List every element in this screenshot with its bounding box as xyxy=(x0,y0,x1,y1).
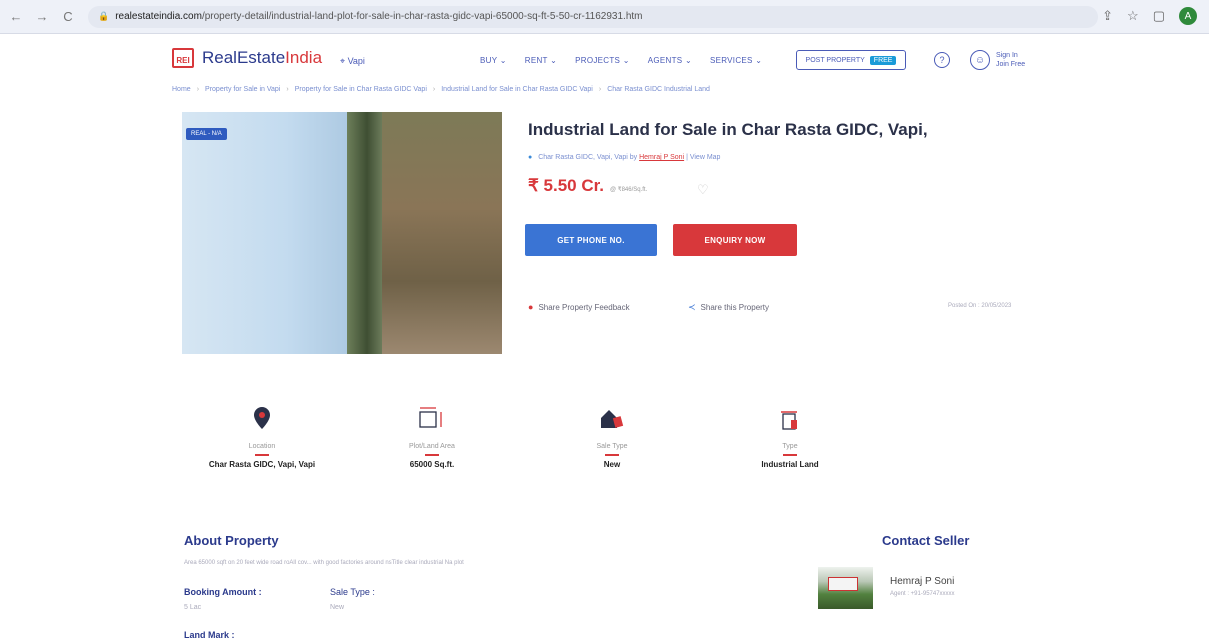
property-location: ● Char Rasta GIDC, Vapi, Vapi by Hemraj … xyxy=(528,154,721,161)
about-text: Area 65000 sqft on 20 feet wide road roA… xyxy=(184,560,464,566)
property-photo[interactable]: REAL - N/A xyxy=(182,112,502,354)
breadcrumb-item[interactable]: Property for Sale in Char Rasta GIDC Vap… xyxy=(295,86,427,93)
posted-date: Posted On : 20/05/2023 xyxy=(948,303,1012,309)
heart-icon[interactable]: ♡ xyxy=(697,182,709,198)
land-mark-label: Land Mark : xyxy=(184,630,235,640)
address-bar[interactable]: 🔒 realestateindia.com /property-detail/i… xyxy=(88,5,1098,28)
fact-label: Sale Type xyxy=(596,443,628,450)
property-price: ₹ 5.50 Cr. xyxy=(528,176,605,195)
user-icon[interactable]: ☺ xyxy=(970,50,990,70)
sign-in-link[interactable]: Sign In Join Free xyxy=(996,51,1025,69)
fact-label: Location xyxy=(248,443,276,450)
contact-heading: Contact Seller xyxy=(882,533,970,548)
booking-amount-label: Booking Amount : xyxy=(184,587,262,597)
tab-search-icon[interactable]: ▢ xyxy=(1153,8,1165,24)
property-title: Industrial Land for Sale in Char Rasta G… xyxy=(528,120,928,139)
breadcrumb-item[interactable]: Home xyxy=(172,86,191,93)
enquiry-now-button[interactable]: ENQUIRY NOW xyxy=(673,224,797,256)
fact-type: Type Industrial Land xyxy=(710,405,870,469)
url-path: /property-detail/industrial-land-plot-fo… xyxy=(201,11,643,22)
agent-link[interactable]: Hemraj P Soni xyxy=(639,154,684,161)
sale-type-label: Sale Type : xyxy=(330,587,375,597)
sale-type-value: New xyxy=(330,604,345,611)
fact-value: 65000 Sq.ft. xyxy=(409,460,455,469)
main-menu: BUY ⌄ RENT ⌄ PROJECTS ⌄ AGENTS ⌄ SERVICE… xyxy=(480,56,762,65)
share-feedback-link[interactable]: ● Share Property Feedback xyxy=(528,302,630,312)
menu-item-agents[interactable]: AGENTS ⌄ xyxy=(648,56,692,65)
reload-icon[interactable]: C xyxy=(58,7,78,27)
booking-amount-value: 5 Lac xyxy=(184,604,202,611)
feedback-icon: ● xyxy=(528,302,534,312)
share-icon: ≺ xyxy=(688,302,696,312)
fact-label: Plot/Land Area xyxy=(409,443,455,450)
seller-phone: Agent : +91-95747xxxxx xyxy=(890,591,955,597)
back-icon[interactable]: ← xyxy=(6,7,26,27)
lock-icon: 🔒 xyxy=(98,11,110,21)
get-phone-button[interactable]: GET PHONE NO. xyxy=(525,224,657,256)
share-property-link[interactable]: ≺ Share this Property xyxy=(688,302,769,313)
browser-toolbar: ← → C 🔒 realestateindia.com /property-de… xyxy=(0,0,1209,34)
seller-name[interactable]: Hemraj P Soni xyxy=(890,576,954,587)
bookmark-star-icon[interactable]: ☆ xyxy=(1127,8,1139,24)
view-map-link[interactable]: View Map xyxy=(690,154,721,161)
price-per-sqft: @ ₹846/Sq.ft. xyxy=(610,187,648,193)
fact-location: Location Char Rasta GIDC, Vapi, Vapi xyxy=(182,405,342,469)
site-header: REI RealEstateIndia ⌖ Vapi BUY ⌄ RENT ⌄ … xyxy=(0,34,1209,86)
seller-photo[interactable] xyxy=(818,567,873,609)
forward-icon[interactable]: → xyxy=(32,7,52,27)
city-selector[interactable]: ⌖ Vapi xyxy=(340,56,365,67)
site-logo[interactable]: REI RealEstateIndia xyxy=(172,48,322,68)
fact-area: Plot/Land Area 65000 Sq.ft. xyxy=(352,405,512,469)
city-label: Vapi xyxy=(347,56,365,66)
fact-value: New xyxy=(603,460,621,469)
share-page-icon[interactable]: ⇪ xyxy=(1102,8,1113,24)
breadcrumb: Home › Property for Sale in Vapi › Propert… xyxy=(172,86,710,93)
breadcrumb-current: Char Rasta GIDC Industrial Land xyxy=(607,86,710,93)
post-property-button[interactable]: POST PROPERTY FREE xyxy=(796,50,906,70)
menu-item-services[interactable]: SERVICES ⌄ xyxy=(710,56,762,65)
photo-badge: REAL - N/A xyxy=(186,128,227,140)
free-badge: FREE xyxy=(869,55,897,65)
area-icon xyxy=(352,405,512,431)
breadcrumb-item[interactable]: Industrial Land for Sale in Char Rasta G… xyxy=(441,86,593,93)
breadcrumb-item[interactable]: Property for Sale in Vapi xyxy=(205,86,280,93)
profile-avatar[interactable]: A xyxy=(1179,7,1197,25)
fact-sale-type: Sale Type New xyxy=(532,405,692,469)
menu-item-buy[interactable]: BUY ⌄ xyxy=(480,56,507,65)
help-icon[interactable]: ? xyxy=(934,52,950,68)
menu-item-rent[interactable]: RENT ⌄ xyxy=(525,56,557,65)
fact-label: Type xyxy=(782,443,798,450)
url-host: realestateindia.com xyxy=(115,11,202,22)
property-facts: Location Char Rasta GIDC, Vapi, Vapi Plo… xyxy=(182,405,862,485)
location-pin-icon xyxy=(182,405,342,431)
location-pin-icon: ● xyxy=(528,154,533,161)
about-heading: About Property xyxy=(184,533,279,548)
menu-item-projects[interactable]: PROJECTS ⌄ xyxy=(575,56,630,65)
logo-icon: REI xyxy=(172,48,194,68)
house-icon xyxy=(532,405,692,431)
logo-text-part1: RealEstate xyxy=(202,48,286,67)
fact-value: Char Rasta GIDC, Vapi, Vapi xyxy=(208,460,316,469)
logo-text-part2: India xyxy=(285,48,323,67)
building-icon xyxy=(710,405,870,431)
fact-value: Industrial Land xyxy=(761,460,819,469)
